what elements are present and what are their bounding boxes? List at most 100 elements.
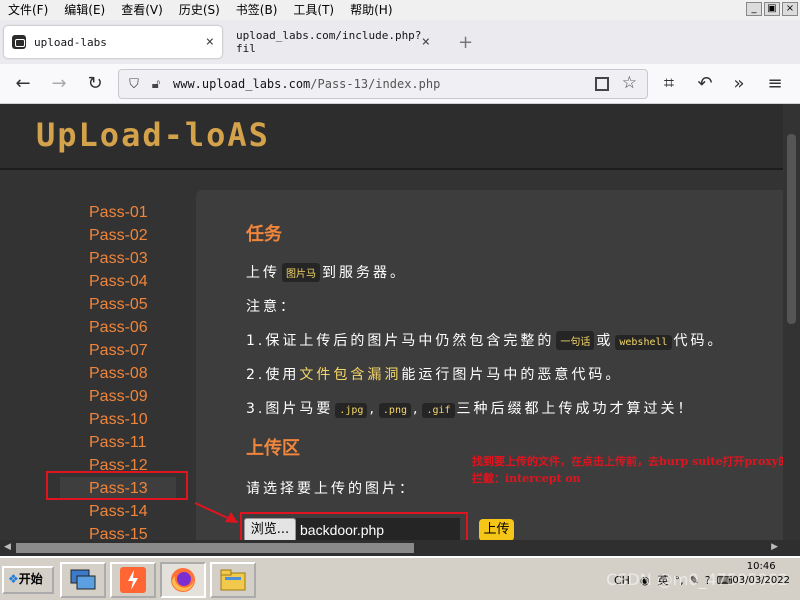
notice-item-2: 2.使用文件包含漏洞能运行图片马中的恶意代码。	[246, 364, 622, 384]
task-line: 上传 图片马 到服务器。	[246, 262, 407, 282]
pass-13-highlight-box	[46, 471, 188, 500]
address-bar[interactable]: ⛉ 🔓︎ www.upload_labs.com/Pass-13/index.p…	[118, 69, 648, 99]
explorer-folder-icon[interactable]	[210, 562, 256, 598]
network-connection-icon[interactable]	[60, 562, 106, 598]
taskbar: ❖开始 CH ◉ 英 °, ✎ ? ⌨ CSDN @m0_47505062 10…	[0, 556, 800, 600]
tab-label: upload-labs	[34, 35, 107, 49]
back-button[interactable]: ←	[12, 73, 34, 95]
code-tag: .jpg	[335, 403, 368, 418]
selected-file-field[interactable]: backdoor.php	[296, 518, 460, 540]
reload-button[interactable]: ↻	[84, 73, 106, 95]
sidebar-item-pass-05[interactable]: Pass-05	[60, 293, 176, 316]
notice-text: 代码。	[673, 333, 725, 349]
separator: ,	[369, 401, 377, 417]
browse-button[interactable]: 浏览...	[244, 518, 296, 540]
system-clock[interactable]: 10:46 03/03/2022	[732, 560, 790, 588]
forward-button[interactable]: →	[48, 73, 70, 95]
tab-upload-labs[interactable]: upload-labs ×	[4, 26, 222, 58]
horizontal-scrollbar[interactable]: ◀ ▶	[0, 540, 800, 556]
file-inclusion-link[interactable]: 文件包含漏洞	[299, 367, 401, 383]
web-page: UpLoad-loAS Pass-01 Pass-02 Pass-03 Pass…	[0, 104, 783, 540]
task-content-panel: 任务 上传 图片马 到服务器。 注意： 1.保证上传后的图片马中仍然包含完整的 一句话…	[196, 190, 783, 540]
navigation-bar: ← → ↻ ⛉ 🔓︎ www.upload_labs.com/Pass-13/i…	[0, 64, 800, 104]
menu-tools[interactable]: 工具(T)	[285, 0, 342, 20]
window-controls: _ ▣ ×	[744, 0, 800, 18]
firefox-icon[interactable]	[160, 562, 206, 598]
clock-time: 10:46	[746, 561, 776, 572]
code-tag: 一句话	[556, 331, 595, 350]
app-menu-icon[interactable]: ≡	[764, 73, 786, 95]
clock-date: 03/03/2022	[732, 575, 790, 586]
sidebar-item-pass-06[interactable]: Pass-06	[60, 316, 176, 339]
overflow-chevron-icon[interactable]: »	[728, 73, 750, 95]
code-tag: webshell	[615, 335, 672, 350]
sidebar-item-pass-04[interactable]: Pass-04	[60, 270, 176, 293]
upload-labs-favicon-icon	[12, 35, 26, 49]
sidebar-item-pass-10[interactable]: Pass-10	[60, 408, 176, 431]
menu-edit[interactable]: 编辑(E)	[56, 0, 113, 20]
notice-item-1: 1.保证上传后的图片马中仍然包含完整的 一句话或 webshell 代码。	[246, 330, 725, 350]
new-tab-button[interactable]: +	[458, 32, 473, 53]
menu-history[interactable]: 历史(S)	[171, 0, 228, 20]
upload-labs-logo[interactable]: UpLoad-loAS	[36, 116, 270, 154]
task-text: 到服务器。	[322, 265, 407, 281]
task-heading: 任务	[246, 224, 282, 245]
menu-view[interactable]: 查看(V)	[113, 0, 171, 20]
url-host: www.upload_labs.com	[173, 77, 311, 91]
burp-suite-icon[interactable]	[110, 562, 156, 598]
notice-text: 1.保证上传后的图片马中仍然包含完整的	[246, 333, 555, 349]
upload-heading: 上传区	[246, 438, 300, 459]
code-tag: .gif	[422, 403, 455, 418]
instruction-annotation: 找到要上传的文件，在点击上传前，去burp suite打开proxy的拦截：in…	[472, 455, 783, 485]
shield-icon[interactable]: ⛉	[123, 77, 145, 92]
insecure-lock-icon[interactable]: 🔓︎	[145, 77, 167, 92]
sidebar-item-pass-15[interactable]: Pass-15	[60, 523, 176, 540]
menu-file[interactable]: 文件(F)	[0, 0, 56, 20]
tab-close-icon[interactable]: ×	[422, 34, 430, 50]
menu-help[interactable]: 帮助(H)	[342, 0, 400, 20]
vertical-scroll-thumb[interactable]	[787, 134, 796, 324]
sidebar-item-pass-03[interactable]: Pass-03	[60, 247, 176, 270]
code-tag: .png	[378, 403, 411, 418]
sidebar-item-pass-11[interactable]: Pass-11	[60, 431, 176, 454]
page-header: UpLoad-loAS	[0, 104, 783, 170]
notice-text: 3.图片马要	[246, 401, 334, 417]
upload-button[interactable]: 上传	[479, 519, 514, 540]
notice-text: 2.使用	[246, 367, 300, 383]
menu-bar: 文件(F) 编辑(E) 查看(V) 历史(S) 书签(B) 工具(T) 帮助(H…	[0, 0, 800, 20]
maximize-button[interactable]: ▣	[764, 2, 780, 16]
start-button[interactable]: ❖开始	[2, 566, 54, 594]
screenshot-crop-icon[interactable]: ⌗	[658, 73, 680, 95]
scroll-right-icon[interactable]: ▶	[771, 542, 778, 552]
code-tag: 图片马	[282, 263, 320, 282]
notice-item-3: 3.图片马要 .jpg, .png, .gif 三种后缀都上传成功才算过关！	[246, 398, 695, 418]
menu-bookmarks[interactable]: 书签(B)	[228, 0, 286, 20]
qr-code-icon[interactable]	[595, 77, 609, 91]
tab-close-icon[interactable]: ×	[206, 34, 214, 50]
choose-file-label: 请选择要上传的图片：	[246, 481, 416, 497]
close-window-button[interactable]: ×	[782, 2, 798, 16]
tab-label: upload_labs.com/include.php?fil	[236, 29, 422, 55]
notice-text: 三种后缀都上传成功才算过关！	[456, 401, 695, 417]
tab-include[interactable]: upload_labs.com/include.php?fil ×	[228, 26, 438, 58]
sidebar-item-pass-07[interactable]: Pass-07	[60, 339, 176, 362]
undo-icon[interactable]: ↶	[694, 73, 716, 95]
notice-label: 注意：	[246, 299, 297, 315]
start-label: 开始	[18, 572, 43, 586]
sidebar-item-pass-09[interactable]: Pass-09	[60, 385, 176, 408]
sidebar-item-pass-02[interactable]: Pass-02	[60, 224, 176, 247]
tab-strip: upload-labs × upload_labs.com/include.ph…	[0, 20, 800, 64]
task-text: 上传	[246, 265, 280, 281]
notice-text: 或	[596, 333, 614, 349]
sidebar-item-pass-14[interactable]: Pass-14	[60, 500, 176, 523]
url-path: /Pass-13/index.php	[310, 77, 441, 91]
url-text[interactable]: www.upload_labs.com/Pass-13/index.php	[173, 77, 440, 91]
horizontal-scroll-thumb[interactable]	[16, 543, 414, 553]
minimize-button[interactable]: _	[746, 2, 762, 16]
bookmark-star-icon[interactable]: ☆	[622, 73, 637, 93]
sidebar-item-pass-01[interactable]: Pass-01	[60, 201, 176, 224]
vertical-scrollbar[interactable]	[783, 104, 800, 540]
separator: ,	[413, 401, 421, 417]
scroll-left-icon[interactable]: ◀	[4, 542, 11, 552]
sidebar-item-pass-08[interactable]: Pass-08	[60, 362, 176, 385]
